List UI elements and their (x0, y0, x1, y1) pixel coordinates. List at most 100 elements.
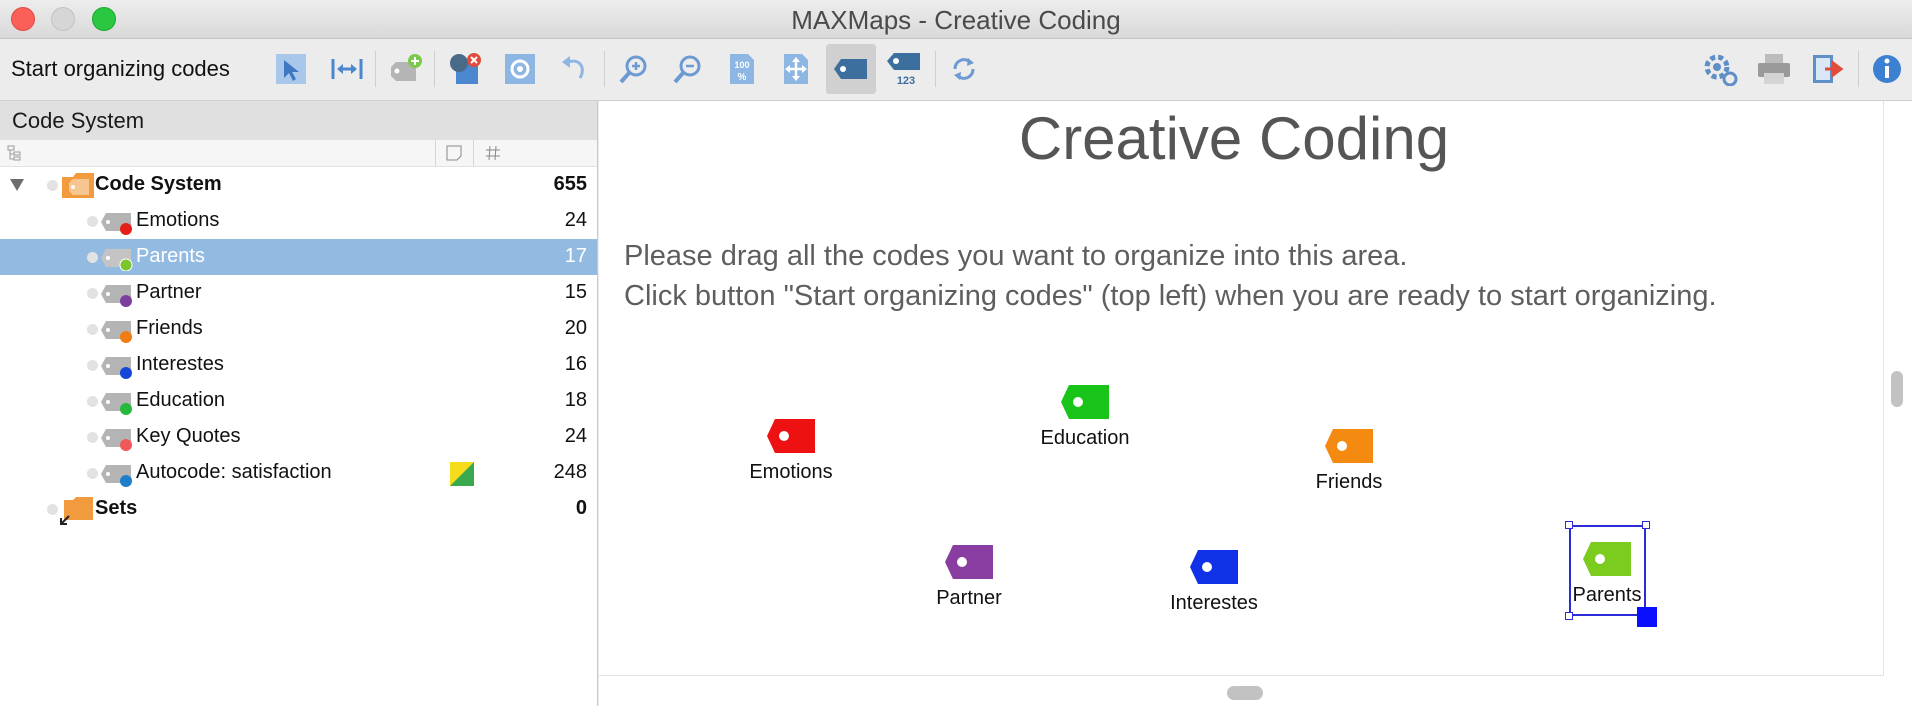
code-system-header: Code System (0, 101, 597, 140)
resize-handle-bottom-left[interactable] (1565, 612, 1573, 620)
zoom-100-icon[interactable]: 100% (722, 49, 762, 89)
resize-handle-top-right[interactable] (1642, 521, 1650, 529)
map-instruction-line-1: Please drag all the codes you want to or… (624, 240, 1408, 272)
code-tag-icon-education (101, 393, 132, 415)
tree-item-count: 20 (564, 317, 587, 339)
select-pointer-icon[interactable] (271, 49, 311, 89)
map-node-label: Friends (1315, 471, 1383, 493)
horizontal-scrollbar[interactable] (1227, 686, 1263, 700)
tree-item-label: Partner (136, 281, 202, 303)
remove-code-icon[interactable] (446, 49, 486, 89)
tree-item-count: 18 (564, 389, 587, 411)
tree-root-label: Code System (95, 173, 222, 195)
map-node-emotions[interactable]: Emotions (706, 418, 876, 484)
fit-page-icon[interactable] (776, 49, 816, 89)
tree-row-emotions[interactable]: Emotions 24 (0, 203, 597, 239)
code-tag-icon-autocode (101, 465, 132, 487)
tree-item-count: 17 (564, 245, 587, 267)
map-node-education[interactable]: Education (1000, 384, 1170, 450)
tree-item-label: Education (136, 389, 225, 411)
code-system-panel-title: Code System (12, 108, 145, 133)
tree-item-count: 248 (553, 461, 587, 483)
sets-folder-icon (60, 497, 93, 525)
code-tag-icon-parents (101, 249, 133, 271)
map-node-partner[interactable]: Partner (884, 544, 1054, 610)
zoom-out-icon[interactable] (668, 49, 708, 89)
svg-text:%: % (738, 72, 747, 83)
print-icon[interactable] (1754, 49, 1794, 89)
code-tag-icon (767, 419, 815, 453)
tree-item-label: Interestes (136, 353, 224, 375)
map-node-label: Education (1040, 427, 1130, 449)
map-node-friends[interactable]: Friends (1264, 428, 1434, 494)
tree-sets-count: 0 (575, 497, 587, 519)
map-canvas-area[interactable]: Creative Coding Please drag all the code… (599, 101, 1912, 706)
map-node-label: Parents (1572, 584, 1642, 606)
hierarchy-column-icon[interactable] (7, 145, 23, 161)
tree-sets-label: Sets (95, 497, 138, 519)
code-tag-icon (1190, 550, 1238, 584)
code-tag-icon-emotions (101, 213, 132, 235)
svg-text:123: 123 (897, 75, 915, 86)
code-tag-icon (1061, 385, 1109, 419)
tree-row-code-system[interactable]: Code System 655 (0, 167, 597, 203)
preferences-icon[interactable] (1700, 49, 1740, 89)
code-system-folder-icon (62, 173, 94, 198)
tree-item-count: 24 (564, 209, 587, 231)
code-tag-icon-partner (101, 285, 132, 307)
distribute-horizontal-icon[interactable] (327, 49, 367, 89)
tree-row-education[interactable]: Education 18 (0, 383, 597, 419)
map-instruction-line-2: Click button "Start organizing codes" (t… (624, 280, 1717, 312)
resize-handle-top-left[interactable] (1565, 521, 1573, 529)
column-header-row (0, 140, 597, 167)
show-code-icon[interactable] (826, 44, 876, 94)
zoom-in-icon[interactable] (614, 49, 654, 89)
expand-triangle-icon[interactable] (10, 179, 24, 191)
code-tag-icon-key-quotes (101, 429, 132, 451)
map-node-parents[interactable]: Parents (1522, 541, 1692, 607)
tree-root-count: 655 (553, 173, 587, 195)
tree-item-label: Key Quotes (136, 425, 241, 447)
map-node-interestes[interactable]: Interestes (1129, 549, 1299, 615)
start-organizing-button[interactable]: Start organizing codes (11, 56, 230, 82)
toolbar: Start organizing codes 100% 123 (0, 39, 1912, 101)
code-system-panel: Code System Code System 655 Emotions 24 … (0, 101, 598, 706)
tree-item-count: 16 (564, 353, 587, 375)
tree-row-key-quotes[interactable]: Key Quotes 24 (0, 419, 597, 455)
add-code-icon[interactable] (386, 49, 426, 89)
export-icon[interactable] (1808, 49, 1848, 89)
tree-row-autocode-satisfaction[interactable]: Autocode: satisfaction 248 (0, 455, 597, 491)
window-title: MAXMaps - Creative Coding (791, 5, 1121, 35)
tree-row-parents[interactable]: Parents 17 (0, 239, 597, 275)
code-tag-icon-friends (101, 321, 132, 343)
tree-item-count: 15 (564, 281, 587, 303)
map-node-label: Interestes (1170, 592, 1258, 614)
code-tag-icon-interestes (101, 357, 132, 379)
undo-icon[interactable] (554, 49, 594, 89)
map-canvas[interactable]: Creative Coding Please drag all the code… (599, 101, 1884, 676)
memo-icon[interactable] (450, 462, 474, 486)
tree-item-label: Autocode: satisfaction (136, 461, 332, 483)
tree-row-partner[interactable]: Partner 15 (0, 275, 597, 311)
memo-column-icon[interactable] (446, 145, 462, 161)
vertical-scrollbar[interactable] (1891, 371, 1903, 407)
refresh-icon[interactable] (944, 49, 984, 89)
settings-gear-icon[interactable] (500, 49, 540, 89)
code-tag-icon (945, 545, 993, 579)
map-node-label: Partner (936, 587, 1002, 609)
code-tag-icon (1325, 429, 1373, 463)
code-tag-icon (1583, 542, 1631, 576)
code-frequency-icon[interactable]: 123 (884, 49, 924, 89)
tree-row-interestes[interactable]: Interestes 16 (0, 347, 597, 383)
map-title: Creative Coding (1018, 105, 1450, 172)
svg-text:100: 100 (734, 60, 749, 70)
tree-item-count: 24 (564, 425, 587, 447)
map-node-label: Emotions (749, 461, 833, 483)
frequency-column-icon[interactable] (485, 145, 501, 161)
resize-handle-bottom-right[interactable] (1637, 607, 1657, 627)
tree-row-friends[interactable]: Friends 20 (0, 311, 597, 347)
tree-item-label: Parents (136, 245, 205, 267)
tree-item-label: Emotions (136, 209, 220, 231)
info-icon[interactable] (1867, 49, 1907, 89)
tree-row-sets[interactable]: Sets 0 (0, 491, 597, 527)
